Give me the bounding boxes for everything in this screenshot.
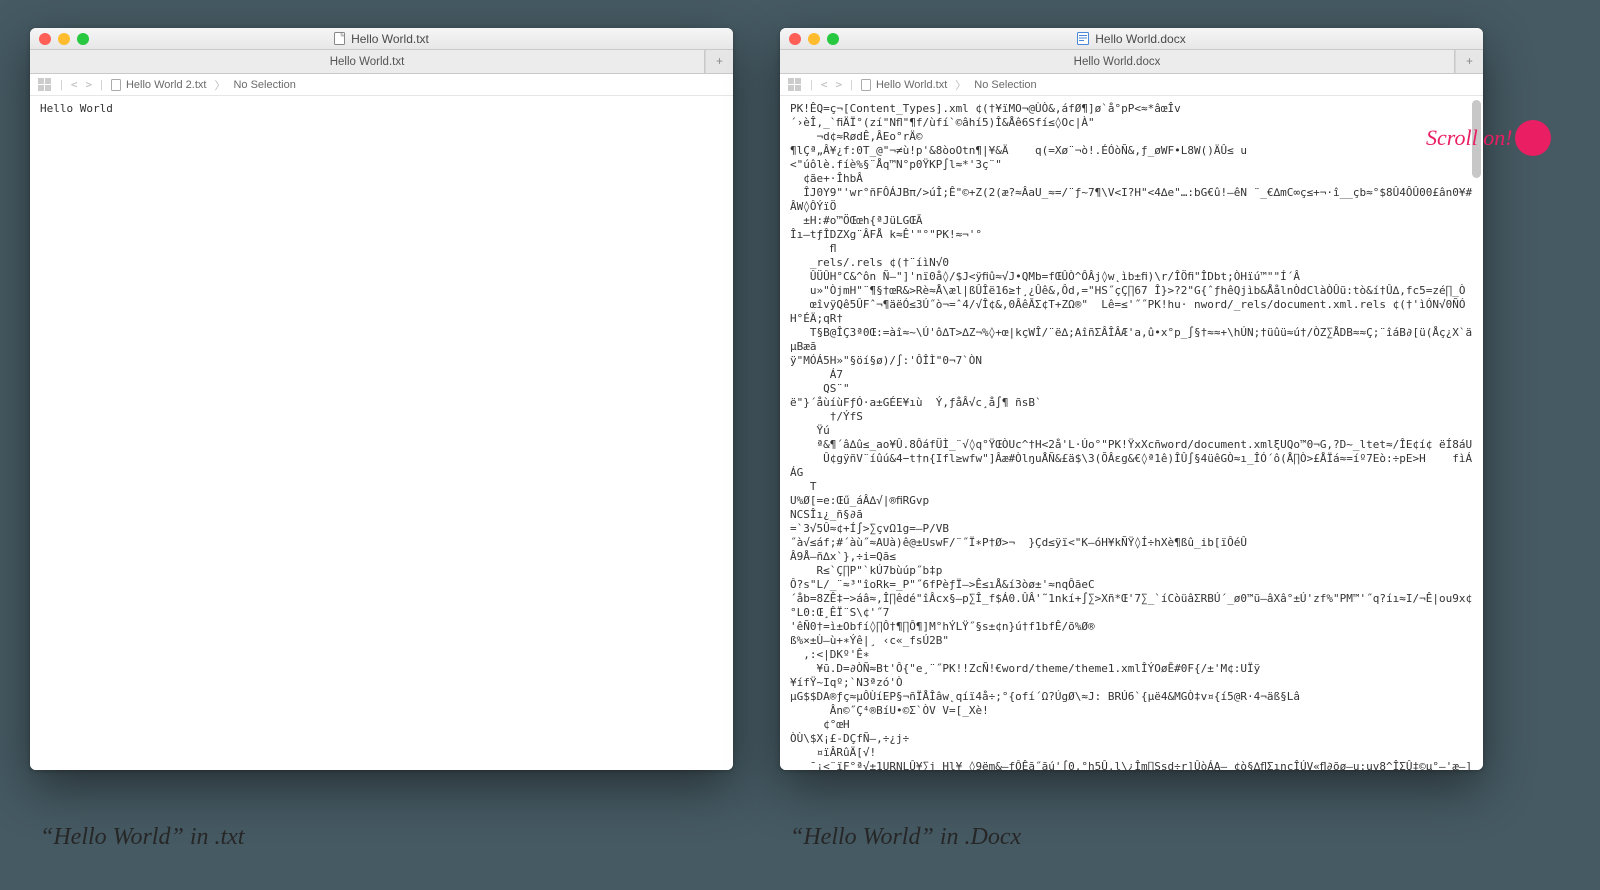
scroll-annotation-dot (1515, 120, 1551, 156)
close-button[interactable] (39, 33, 51, 45)
divider: | (100, 79, 103, 91)
breadcrumb[interactable]: Hello World 2.txt 〉 No Selection (111, 77, 296, 93)
plus-icon: + (1466, 56, 1473, 68)
chevron-right-icon: 〉 (211, 77, 228, 93)
tab-bar: Hello World.docx + (780, 50, 1483, 74)
titlebar[interactable]: Hello World.docx (780, 28, 1483, 50)
traffic-lights (30, 33, 89, 45)
nav-forward-icon[interactable]: > (85, 78, 92, 91)
nav-back-icon[interactable]: < (821, 78, 828, 91)
editor-content[interactable]: Hello World (30, 96, 733, 770)
tab[interactable]: Hello World.txt (30, 50, 705, 73)
titlebar[interactable]: Hello World.txt (30, 28, 733, 50)
new-tab-button[interactable]: + (705, 50, 733, 73)
tab-label: Hello World.docx (1074, 56, 1161, 68)
minimize-button[interactable] (808, 33, 820, 45)
file-icon (111, 79, 121, 91)
editor-content[interactable]: PK!ÊQ=ç¬[Content_Types].xml ¢(†¥ïMO¬@ÙÒ&… (780, 96, 1483, 770)
breadcrumb-selection: No Selection (233, 79, 295, 91)
window-title: Hello World.docx (780, 32, 1483, 46)
nav-bar: | < > | Hello World.txt 〉 No Selection (780, 74, 1483, 96)
plus-icon: + (716, 56, 723, 68)
divider: | (850, 79, 853, 91)
window-docx: Hello World.docx Hello World.docx + | < … (780, 28, 1483, 770)
caption-right: “Hello World” in .Docx (790, 824, 1021, 851)
nav-forward-icon[interactable]: > (835, 78, 842, 91)
scrollbar-thumb[interactable] (1472, 100, 1481, 178)
file-text: Hello World (30, 96, 733, 122)
breadcrumb-selection: No Selection (974, 79, 1036, 91)
divider: | (60, 79, 63, 91)
window-title: Hello World.txt (30, 32, 733, 46)
file-text: PK!ÊQ=ç¬[Content_Types].xml ¢(†¥ïMO¬@ÙÒ&… (780, 96, 1483, 770)
minimize-button[interactable] (58, 33, 70, 45)
tab-bar: Hello World.txt + (30, 50, 733, 74)
file-icon (861, 79, 871, 91)
divider: | (810, 79, 813, 91)
docx-icon (1077, 32, 1089, 45)
breadcrumb[interactable]: Hello World.txt 〉 No Selection (861, 77, 1037, 93)
nav-bar: | < > | Hello World 2.txt 〉 No Selection (30, 74, 733, 96)
file-icon (334, 32, 345, 45)
zoom-button[interactable] (827, 33, 839, 45)
traffic-lights (780, 33, 839, 45)
tab-label: Hello World.txt (330, 56, 405, 68)
view-grid-icon[interactable] (38, 78, 52, 92)
chevron-right-icon: 〉 (952, 77, 969, 93)
breadcrumb-file: Hello World 2.txt (126, 79, 207, 91)
view-grid-icon[interactable] (788, 78, 802, 92)
breadcrumb-file: Hello World.txt (876, 79, 947, 91)
caption-left: “Hello World” in .txt (40, 824, 244, 851)
new-tab-button[interactable]: + (1455, 50, 1483, 73)
window-txt: Hello World.txt Hello World.txt + | < > … (30, 28, 733, 770)
window-title-text: Hello World.txt (351, 32, 429, 46)
tab[interactable]: Hello World.docx (780, 50, 1455, 73)
nav-back-icon[interactable]: < (71, 78, 78, 91)
window-title-text: Hello World.docx (1095, 32, 1185, 46)
zoom-button[interactable] (77, 33, 89, 45)
close-button[interactable] (789, 33, 801, 45)
